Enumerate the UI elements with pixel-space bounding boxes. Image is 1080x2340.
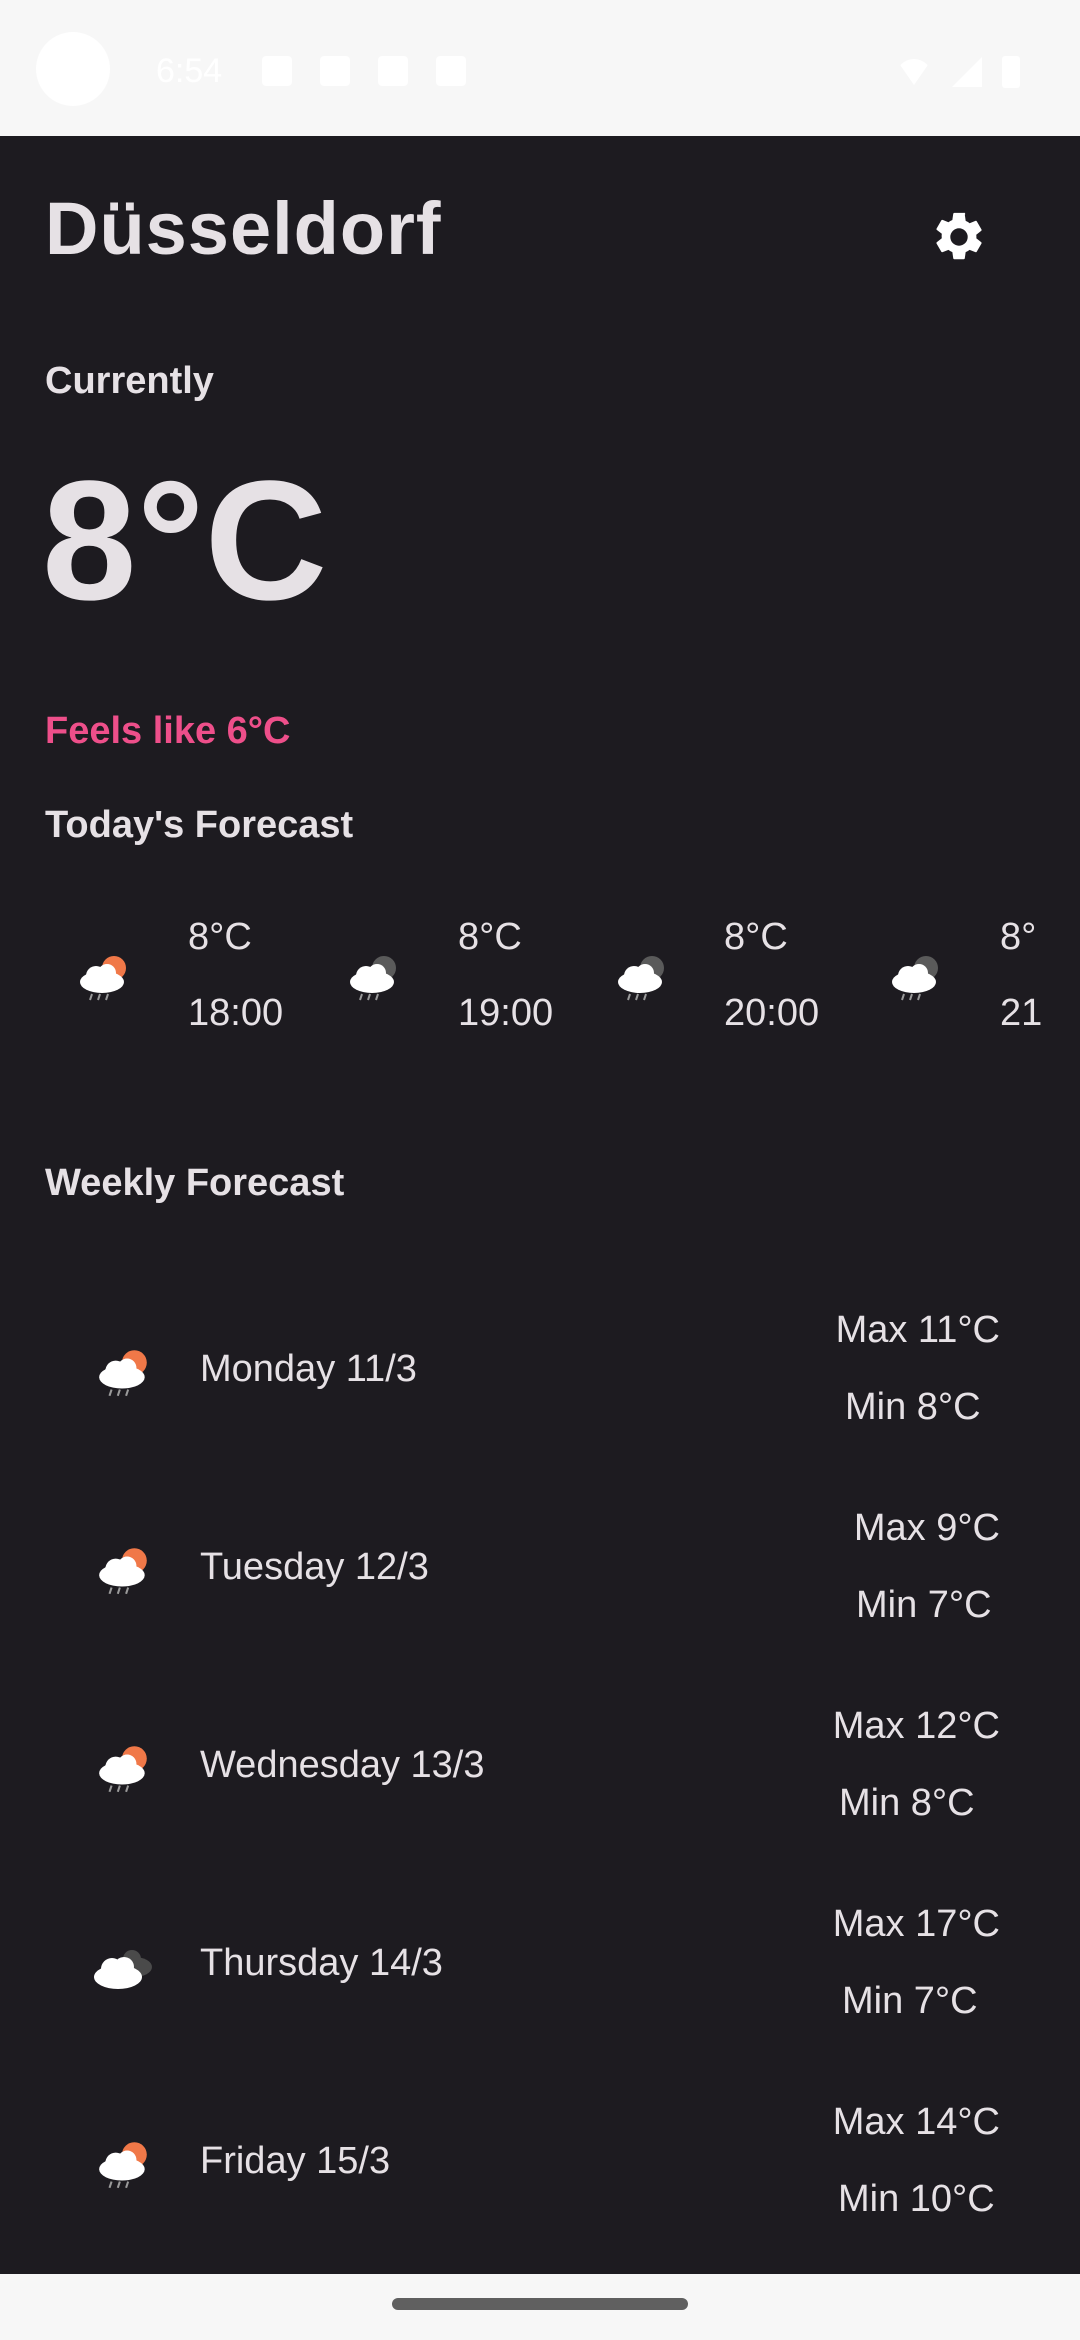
notification-icon xyxy=(436,56,466,86)
weekly-day: Thursday 14/3 xyxy=(200,1942,443,1984)
signal-icon xyxy=(952,57,982,87)
weekly-max: Max 12°C xyxy=(832,1705,1000,1747)
cloud-sun-rain-icon xyxy=(99,1350,147,1397)
weekly-row[interactable]: Monday 11/3 Max 11°C Min 8°C xyxy=(0,1296,1080,1456)
weekly-min: Min 7°C xyxy=(842,1980,978,2022)
cloud-moon-rain-icon xyxy=(892,956,938,1001)
weather-screen: Düsseldorf Currently 8°C Feels like 6°C … xyxy=(0,136,1080,2274)
system-icons xyxy=(896,56,1020,88)
navigation-bar xyxy=(0,2274,1080,2340)
notification-icon xyxy=(262,56,292,86)
weekly-max: Max 14°C xyxy=(832,2101,1000,2143)
hourly-temp: 8° xyxy=(1000,916,1037,958)
cloudy-icon xyxy=(94,1950,152,1989)
hourly-time: 20:00 xyxy=(724,992,820,1034)
status-bar: 6:54 xyxy=(0,0,1080,136)
weekly-day: Monday 11/3 xyxy=(200,1348,417,1390)
home-gesture-handle[interactable] xyxy=(392,2298,688,2310)
camera-cutout xyxy=(36,32,110,106)
weekly-max: Max 17°C xyxy=(832,1903,1000,1945)
cloud-sun-rain-icon xyxy=(99,2142,147,2189)
weekly-day: Tuesday 12/3 xyxy=(200,1546,429,1588)
weekly-min: Min 7°C xyxy=(856,1584,992,1626)
cloud-moon-rain-icon xyxy=(618,956,664,1001)
weekly-row[interactable]: Wednesday 13/3 Max 12°C Min 8°C xyxy=(0,1692,1080,1852)
notification-icons xyxy=(262,56,466,86)
hourly-time: 21 xyxy=(1000,992,1043,1034)
weekly-row[interactable]: Tuesday 12/3 Max 9°C Min 7°C xyxy=(0,1494,1080,1654)
current-temperature: 8°C xyxy=(42,446,328,636)
hourly-temp: 8°C xyxy=(458,916,522,958)
weekly-max: Max 11°C xyxy=(835,1309,1000,1351)
battery-icon xyxy=(1002,56,1020,88)
gear-icon xyxy=(936,212,982,260)
weekly-min: Min 8°C xyxy=(845,1386,981,1428)
hourly-temp: 8°C xyxy=(724,916,788,958)
weekly-row[interactable]: Friday 15/3 Max 14°C Min 10°C xyxy=(0,2088,1080,2248)
hourly-time: 18:00 xyxy=(188,992,284,1034)
sd-card-icon xyxy=(378,56,408,86)
notification-icon xyxy=(320,56,350,86)
weekly-forecast-label: Weekly Forecast xyxy=(45,1162,345,1204)
hourly-temp: 8°C xyxy=(188,916,252,958)
cloud-sun-rain-icon xyxy=(99,1746,147,1793)
weekly-min: Min 8°C xyxy=(839,1782,975,1824)
weekly-day: Friday 15/3 xyxy=(200,2140,391,2182)
currently-label: Currently xyxy=(45,360,214,402)
settings-button[interactable] xyxy=(926,204,992,270)
wifi-icon xyxy=(896,59,932,85)
weekly-row[interactable]: Thursday 14/3 Max 17°C Min 7°C xyxy=(0,1890,1080,2050)
cloud-moon-rain-icon xyxy=(350,956,396,1001)
status-time: 6:54 xyxy=(156,52,223,90)
feels-like-text: Feels like 6°C xyxy=(45,710,291,752)
cloud-sun-rain-icon xyxy=(80,956,126,1001)
weekly-day: Wednesday 13/3 xyxy=(200,1744,485,1786)
weekly-max: Max 9°C xyxy=(853,1507,1000,1549)
hourly-time: 19:00 xyxy=(458,992,554,1034)
todays-forecast-label: Today's Forecast xyxy=(45,804,354,846)
hourly-forecast-list[interactable]: 8°C 18:00 8°C 19:00 8°C 20:00 8° 21 xyxy=(0,916,1080,1076)
city-title: Düsseldorf xyxy=(45,187,442,270)
cloud-sun-rain-icon xyxy=(99,1548,147,1595)
weekly-min: Min 10°C xyxy=(838,2178,995,2220)
